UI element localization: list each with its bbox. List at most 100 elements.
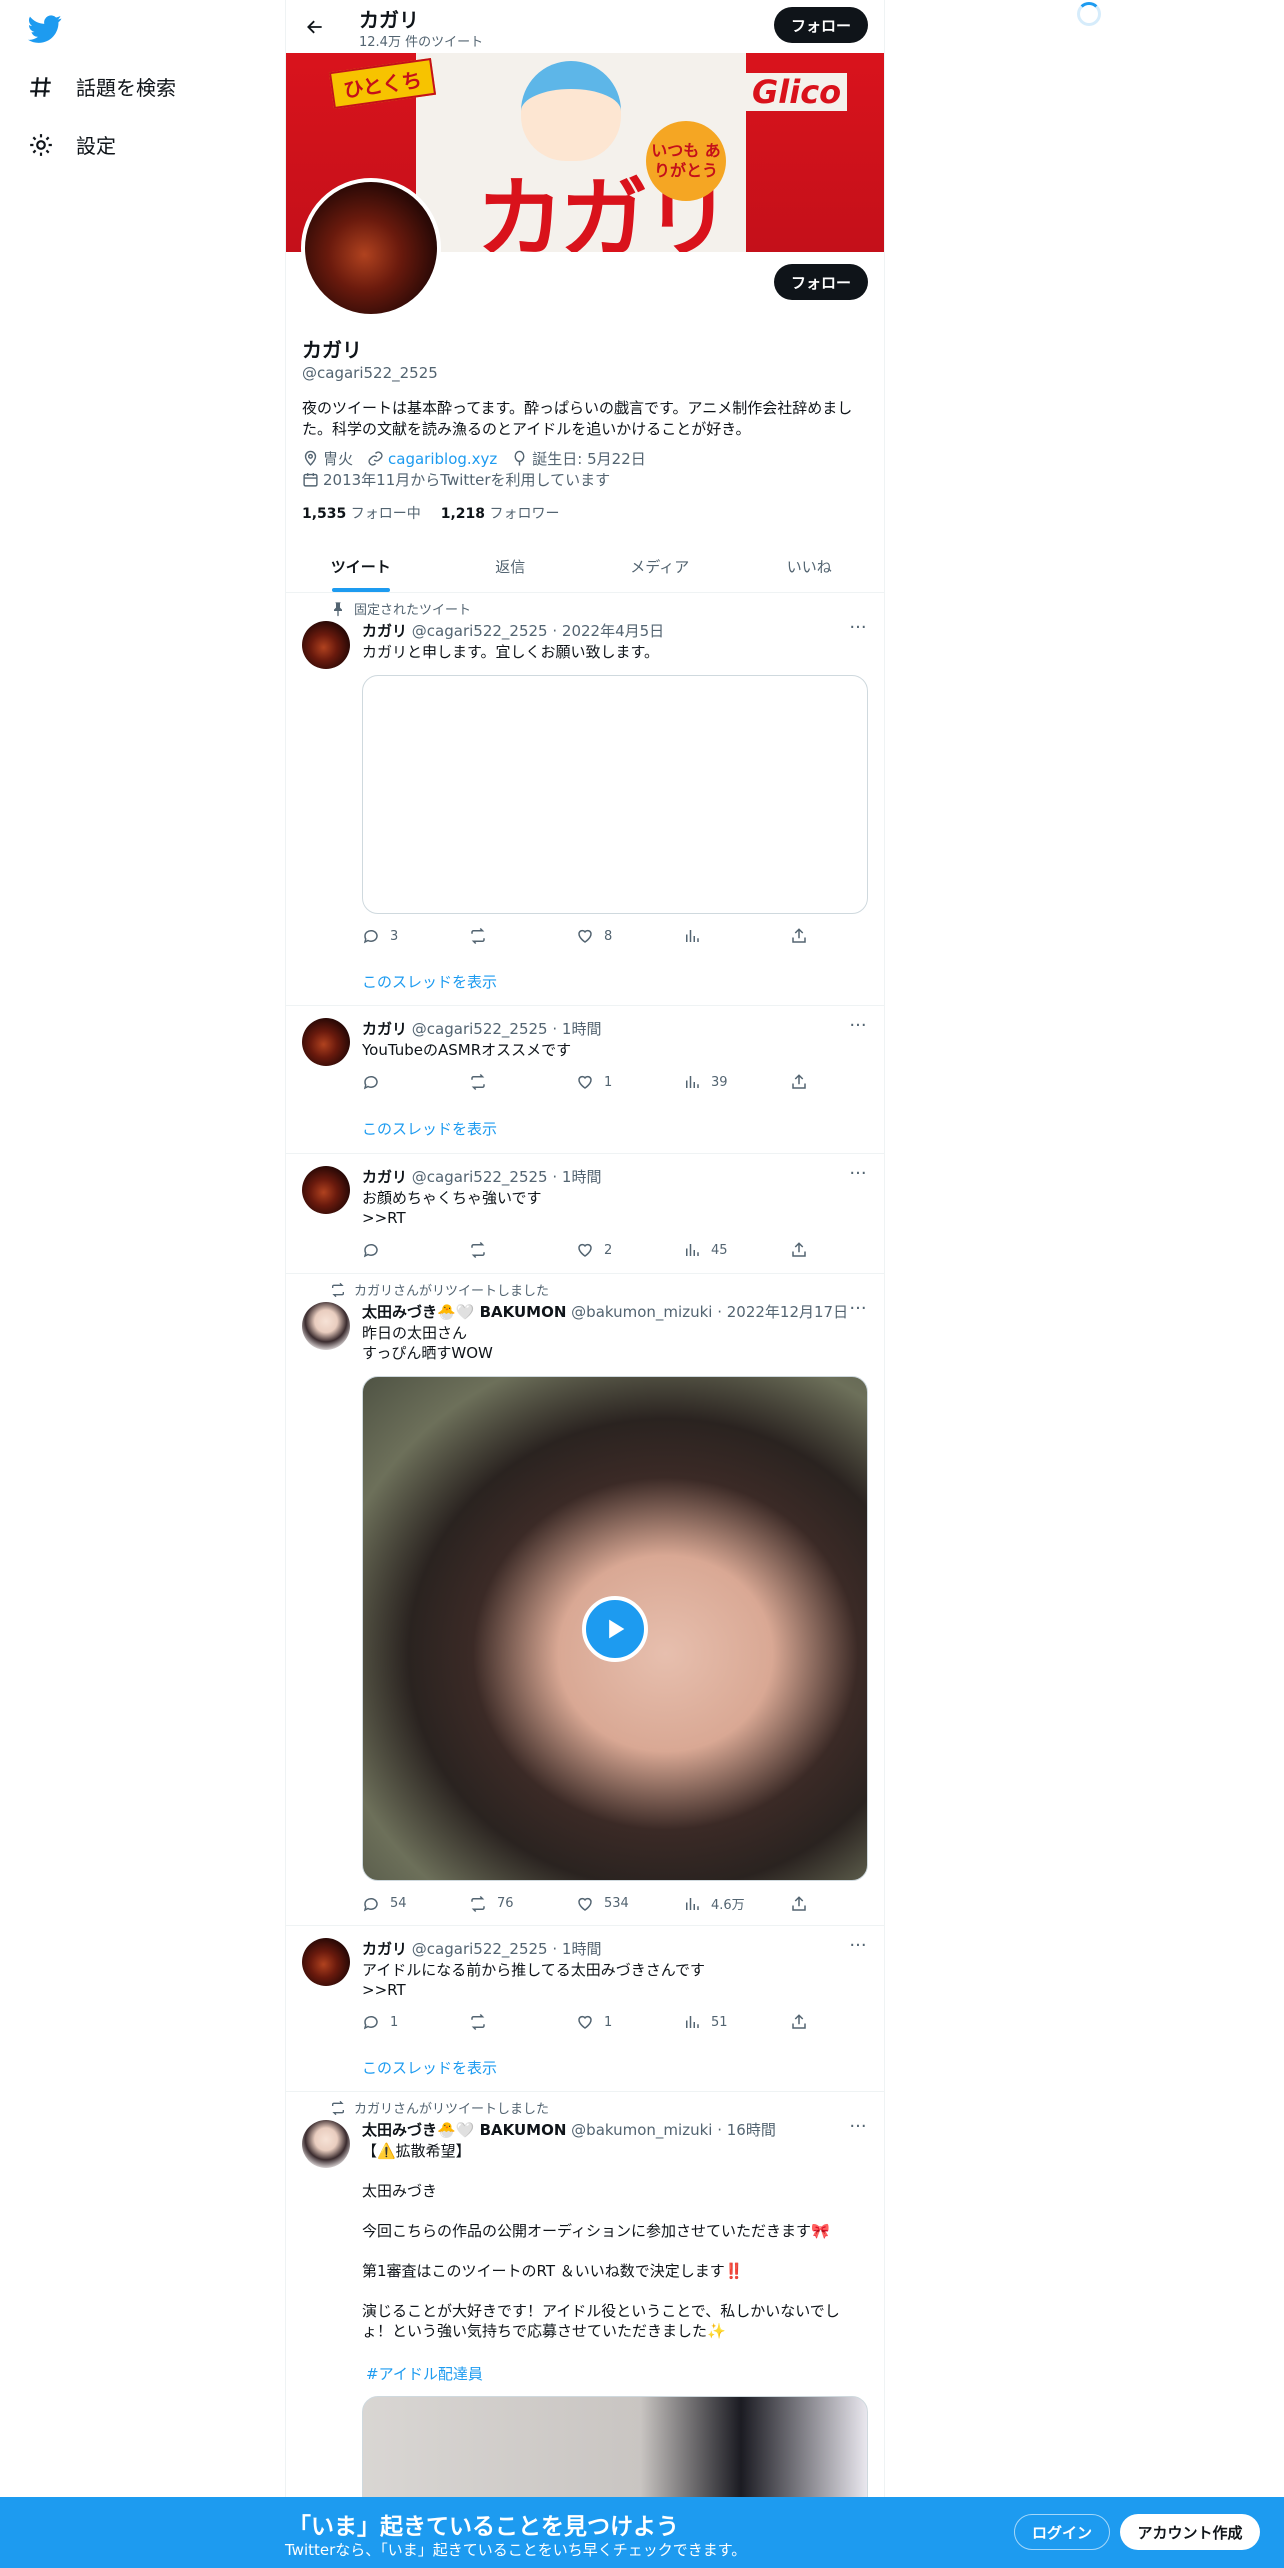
tweet-author-handle[interactable]: @cagari522_2525 (412, 622, 548, 640)
more-options-icon[interactable]: ··· (848, 1017, 868, 1039)
tweet-author-name[interactable]: カガリ (362, 1168, 407, 1186)
tweet-retweeted[interactable]: カガリさんがリツイートしました 太田みづき🐣🤍 BAKUMON @bakumon… (286, 1274, 884, 1926)
share-button[interactable] (790, 1241, 897, 1259)
balloon-icon (514, 450, 525, 466)
profile-avatar[interactable] (301, 178, 441, 318)
like-button[interactable]: 534 (576, 1894, 683, 1913)
views-button[interactable]: 39 (683, 1073, 790, 1091)
views-button[interactable]: 4.6万 (683, 1894, 790, 1913)
reply-button[interactable] (362, 1073, 469, 1091)
tweet-avatar[interactable] (302, 1938, 350, 1986)
tweet-time[interactable]: 1時間 (562, 1168, 602, 1186)
retweet-button[interactable] (469, 1241, 576, 1259)
login-button[interactable]: ログイン (1014, 2514, 1110, 2550)
like-button[interactable]: 1 (576, 1073, 683, 1091)
tweet-time[interactable]: 1時間 (562, 1940, 602, 1958)
profile-follow-button[interactable]: フォロー (774, 264, 868, 300)
twitter-logo-icon[interactable] (28, 12, 62, 46)
more-options-icon[interactable]: ··· (848, 1165, 868, 1187)
share-button[interactable] (790, 1894, 897, 1913)
profile-link-text[interactable]: cagariblog.xyz (388, 450, 497, 468)
followers-link[interactable]: 1,218 フォロワー (441, 503, 560, 523)
tweet[interactable]: カガリ @cagari522_2525 · 1時間 ··· お顔めちゃくちゃ強い… (286, 1154, 884, 1274)
tweet-avatar[interactable] (302, 621, 350, 669)
like-button[interactable]: 1 (576, 2013, 683, 2031)
create-account-button[interactable]: アカウント作成 (1120, 2514, 1260, 2550)
heart-icon (578, 1075, 592, 1089)
tweet-author-name[interactable]: カガリ (362, 1020, 407, 1038)
tweet-author-handle[interactable]: @cagari522_2525 (412, 1940, 548, 1958)
analytics-icon (686, 1897, 699, 1910)
tweet-time[interactable]: 16時間 (727, 2121, 776, 2139)
tweet-avatar[interactable] (302, 1166, 350, 1214)
share-button[interactable] (790, 2013, 897, 2031)
retweet-button[interactable] (469, 1073, 576, 1091)
tweet[interactable]: カガリ @cagari522_2525 · 1時間 ··· YouTubeのAS… (286, 1006, 884, 1154)
tweet-header: カガリ @cagari522_2525 · 1時間 (362, 1166, 601, 1187)
tweet[interactable]: カガリ @cagari522_2525 · 1時間 ··· アイドルになる前から… (286, 1926, 884, 2092)
tweet-author-name[interactable]: カガリ (362, 622, 407, 640)
reply-button[interactable] (362, 1241, 469, 1259)
tweet-time[interactable]: 2022年4月5日 (562, 622, 664, 640)
show-thread-link[interactable]: このスレッドを表示 (362, 1118, 497, 1139)
profile-link[interactable]: cagariblog.xyz (367, 450, 497, 468)
retweet-indicator-label[interactable]: カガリさんがリツイートしました (354, 1280, 549, 1299)
hashtag-link[interactable]: #アイドル配達員 (366, 2363, 483, 2384)
show-thread-link[interactable]: このスレッドを表示 (362, 2057, 497, 2078)
like-button[interactable]: 2 (576, 1241, 683, 1259)
signup-prompt-title: 「いま」起きていることを見つけよう (288, 2514, 679, 2540)
tab-media[interactable]: メディア (585, 540, 735, 592)
views-button[interactable]: 51 (683, 2013, 790, 2031)
header-follow-button[interactable]: フォロー (774, 7, 868, 43)
like-count: 534 (604, 1896, 629, 1911)
tweet-author-handle[interactable]: @cagari522_2525 (412, 1168, 548, 1186)
reply-button[interactable]: 54 (362, 1894, 469, 1913)
followers-label: フォロワー (489, 506, 560, 522)
tweet-avatar[interactable] (302, 1302, 350, 1350)
tweet-avatar[interactable] (302, 1018, 350, 1066)
show-thread-link[interactable]: このスレッドを表示 (362, 971, 497, 992)
play-button[interactable] (582, 1595, 648, 1662)
tweet-text: カガリと申します。宜しくお願い致します。 (362, 643, 660, 661)
tweet-author-name[interactable]: カガリ (362, 1940, 407, 1958)
tab-likes[interactable]: いいね (735, 540, 885, 592)
tweet-time[interactable]: 1時間 (562, 1020, 602, 1038)
tweet-author-name[interactable]: 太田みづき🐣🤍 BAKUMON (362, 2121, 566, 2139)
tab-tweets[interactable]: ツイート (286, 540, 436, 592)
following-link[interactable]: 1,535 フォロー中 (302, 503, 421, 523)
signup-prompt-subtitle: Twitterなら、「いま」起きていることをいち早くチェックできます。 (285, 2541, 747, 2559)
more-options-icon[interactable]: ··· (848, 1937, 868, 1959)
retweet-icon (471, 1895, 485, 1912)
tweet-time[interactable]: 2022年12月17日 (727, 1303, 848, 1321)
nav-explore[interactable]: 話題を検索 (28, 72, 176, 101)
tweet-header: 太田みづき🐣🤍 BAKUMON @bakumon_mizuki · 2022年1… (362, 1301, 848, 1322)
share-button[interactable] (790, 927, 897, 945)
tweet-pinned[interactable]: 固定されたツイート カガリ @cagari522_2525 · 2022年4月5… (286, 593, 884, 1006)
more-options-icon[interactable]: ··· (848, 619, 868, 641)
tweet-author-handle[interactable]: @bakumon_mizuki (571, 1303, 712, 1321)
share-button[interactable] (790, 1073, 897, 1091)
more-options-icon[interactable]: ··· (848, 2118, 868, 2140)
tweet-avatar[interactable] (302, 2120, 350, 2168)
reply-button[interactable]: 3 (362, 927, 469, 945)
back-button[interactable] (300, 12, 330, 42)
tweet-media-card[interactable] (362, 675, 868, 914)
nav-settings[interactable]: 設定 (28, 130, 116, 159)
tweet-author-handle[interactable]: @cagari522_2525 (412, 1020, 548, 1038)
like-button[interactable]: 8 (576, 927, 683, 945)
tweet-video[interactable] (362, 1376, 868, 1881)
share-icon (792, 2014, 806, 2029)
retweet-button[interactable] (469, 927, 576, 945)
tweet-author-handle[interactable]: @bakumon_mizuki (571, 2121, 712, 2139)
tab-replies[interactable]: 返信 (436, 540, 586, 592)
tweet-author-name[interactable]: 太田みづき🐣🤍 BAKUMON (362, 1303, 566, 1321)
more-options-icon[interactable]: ··· (848, 1300, 868, 1322)
views-button[interactable]: 45 (683, 1241, 790, 1259)
retweet-button[interactable]: 76 (469, 1894, 576, 1913)
reply-button[interactable]: 1 (362, 2013, 469, 2031)
profile-stats: 1,535 フォロー中 1,218 フォロワー (302, 503, 560, 523)
views-button[interactable] (683, 927, 790, 945)
retweet-button[interactable] (469, 2013, 576, 2031)
retweet-indicator-label[interactable]: カガリさんがリツイートしました (354, 2098, 549, 2117)
banner-character (521, 61, 621, 161)
